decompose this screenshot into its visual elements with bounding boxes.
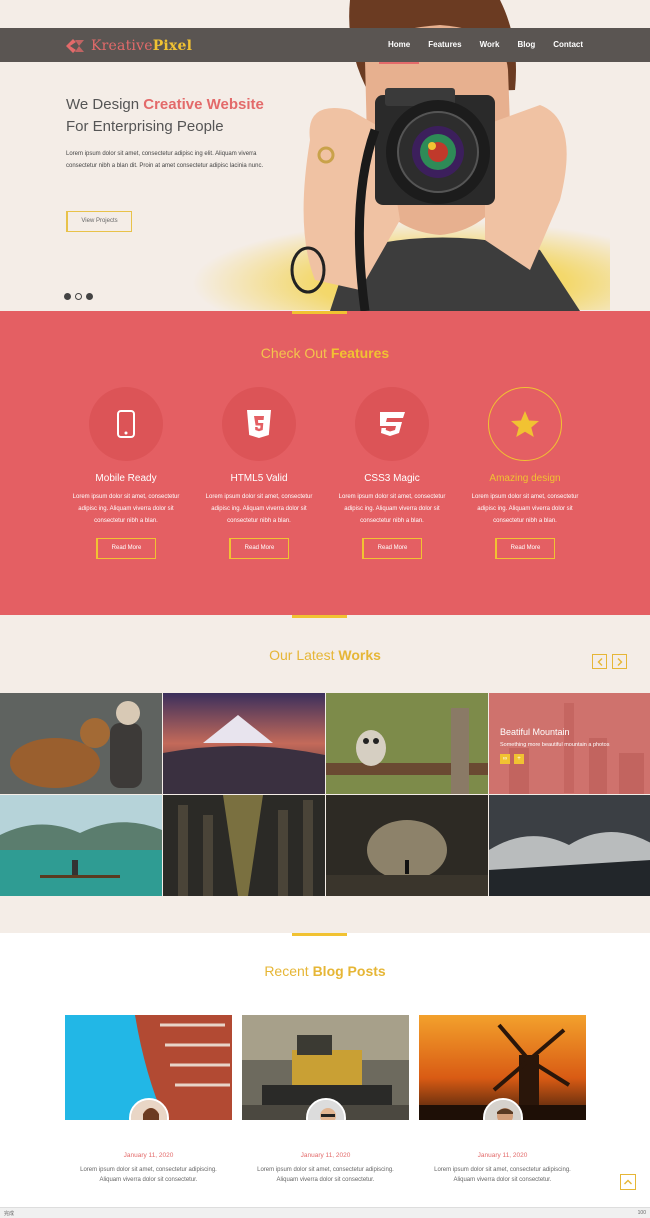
read-more-button[interactable]: Read More (362, 538, 422, 559)
nav-features[interactable]: Features (419, 28, 470, 62)
work-tile-dog-child[interactable] (0, 693, 162, 794)
blog-post-image[interactable] (419, 1015, 586, 1120)
slider-dot-2[interactable] (75, 293, 82, 300)
feature-text: Lorem ipsum dolor sit amet, consectetur … (471, 494, 579, 524)
star-icon (511, 411, 539, 437)
section-accent-bar (292, 933, 347, 936)
main-nav: Home Features Work Blog Contact (379, 28, 592, 64)
prev-arrow-button[interactable] (592, 654, 607, 669)
work-tile-owl[interactable] (326, 693, 488, 794)
works-section: Our Latest Works Beatiful Mountain Somet… (0, 615, 650, 933)
hero-description: Lorem ipsum dolor sit amet, consectetur … (66, 151, 264, 169)
view-projects-button[interactable]: View Projects (66, 211, 132, 232)
features-heading: Check Out Features (260, 345, 390, 361)
work-overlay-subtitle: Something more beautiful mountain a phot… (500, 742, 610, 748)
feature-title: Mobile Ready (95, 473, 157, 484)
blog-heading: Recent Blog Posts (264, 963, 386, 979)
feature-card-design: Amazing design Lorem ipsum dolor sit ame… (465, 387, 585, 559)
nav-blog[interactable]: Blog (508, 28, 544, 62)
slider-dot-3[interactable] (86, 293, 93, 300)
feature-card-css3: CSS3 Magic Lorem ipsum dolor sit amet, c… (332, 387, 452, 559)
blog-section: Recent Blog Posts January 11, 2020 Lorem… (0, 933, 650, 1218)
feature-title: HTML5 Valid (230, 473, 288, 484)
lake-swing-image (0, 795, 162, 896)
nav-contact[interactable]: Contact (544, 28, 592, 62)
ocean-waves-image (489, 795, 650, 896)
post-excerpt: Lorem ipsum dolor sit amet, consectetur … (434, 1167, 571, 1183)
browser-status-bar: 完成 100 (0, 1207, 650, 1218)
html5-icon (247, 410, 271, 438)
feature-text: Lorem ipsum dolor sit amet, consectetur … (72, 494, 180, 524)
work-overlay-actions: ∞ + (500, 754, 524, 764)
hero-section: KreativePixel Home Features Work Blog Co… (0, 0, 650, 311)
brand-name: KreativePixel (91, 38, 193, 54)
feature-icon-circle (89, 387, 163, 461)
next-arrow-button[interactable] (612, 654, 627, 669)
section-accent-bar (292, 311, 347, 314)
mobile-icon (117, 410, 135, 438)
brand-mark-icon (66, 39, 84, 53)
feature-card-html5: HTML5 Valid Lorem ipsum dolor sit amet, … (199, 387, 319, 559)
link-icon[interactable]: ∞ (500, 754, 510, 764)
feature-card-mobile: Mobile Ready Lorem ipsum dolor sit amet,… (66, 387, 186, 559)
read-more-button[interactable]: Read More (495, 538, 555, 559)
back-to-top-button[interactable] (620, 1174, 636, 1190)
slider-dots (64, 293, 93, 300)
post-excerpt: Lorem ipsum dolor sit amet, consectetur … (80, 1167, 217, 1183)
slider-dot-1[interactable] (64, 293, 71, 300)
work-tile-mountain-featured[interactable]: Beatiful Mountain Something more beautif… (489, 693, 650, 794)
feature-title: Amazing design (489, 473, 561, 484)
feature-text: Lorem ipsum dolor sit amet, consectetur … (205, 494, 313, 524)
read-more-button[interactable]: Read More (96, 538, 156, 559)
owl-image (326, 693, 488, 794)
work-tile-waves[interactable] (489, 795, 650, 896)
blog-post-image[interactable] (242, 1015, 409, 1120)
nav-home[interactable]: Home (379, 28, 420, 64)
blog-post-image[interactable] (65, 1015, 232, 1120)
work-tile-lake-swing[interactable] (0, 795, 162, 896)
status-text: 完成 (4, 1211, 15, 1217)
work-tile-tunnel[interactable] (326, 795, 488, 896)
blog-post-card[interactable]: January 11, 2020 Lorem ipsum dolor sit a… (65, 1015, 232, 1185)
tunnel-trees-image (326, 795, 488, 896)
chevron-up-icon (624, 1179, 632, 1185)
features-section: Check Out Features Mobile Ready Lorem ip… (0, 311, 650, 615)
feature-title: CSS3 Magic (364, 473, 420, 484)
dog-child-image (0, 693, 162, 794)
post-excerpt: Lorem ipsum dolor sit amet, consectetur … (257, 1167, 394, 1183)
work-tile-volcano[interactable] (163, 693, 325, 794)
pier-posts-image (163, 795, 325, 896)
blog-post-card[interactable]: January 11, 2020 Lorem ipsum dolor sit a… (419, 1015, 586, 1185)
feature-icon-circle (222, 387, 296, 461)
work-tile-pier-posts[interactable] (163, 795, 325, 896)
blog-post-card[interactable]: January 11, 2020 Lorem ipsum dolor sit a… (242, 1015, 409, 1185)
zoom-level[interactable]: 100 (638, 1210, 646, 1216)
post-date: January 11, 2020 (123, 1152, 174, 1159)
css3-icon (380, 412, 405, 436)
section-accent-bar (292, 615, 347, 618)
chevron-left-icon (597, 657, 602, 666)
works-heading: Our Latest Works (269, 647, 381, 663)
brand-logo[interactable]: KreativePixel (64, 37, 192, 55)
post-date: January 11, 2020 (477, 1152, 528, 1159)
works-gallery: Beatiful Mountain Something more beautif… (0, 693, 650, 897)
chevron-right-icon (617, 657, 622, 666)
zoom-icon[interactable]: + (514, 754, 524, 764)
post-date: January 11, 2020 (300, 1152, 351, 1159)
hero-headline: We Design Creative Website For Enterpris… (66, 96, 264, 135)
feature-icon-circle (355, 387, 429, 461)
work-overlay-title: Beatiful Mountain (500, 727, 570, 737)
volcano-sunset-image (163, 693, 325, 794)
nav-work[interactable]: Work (471, 28, 509, 62)
feature-text: Lorem ipsum dolor sit amet, consectetur … (338, 494, 446, 524)
read-more-button[interactable]: Read More (229, 538, 289, 559)
works-carousel-controls (592, 654, 627, 669)
feature-icon-circle (488, 387, 562, 461)
